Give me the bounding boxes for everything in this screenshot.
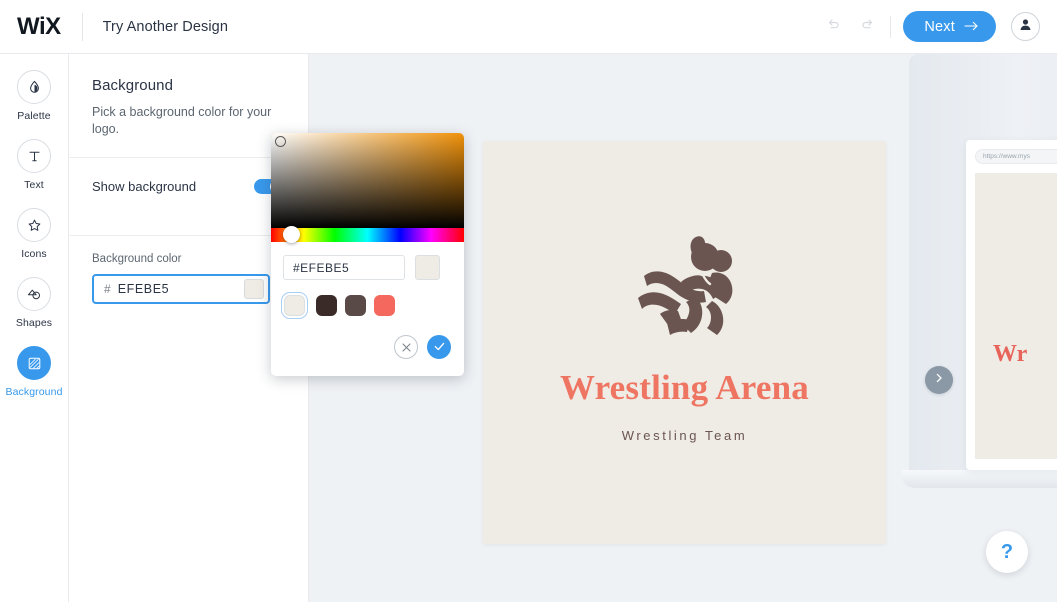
device-mockup-base (901, 470, 1057, 488)
sidebar-item-label: Palette (17, 110, 51, 122)
saturation-cursor-handle[interactable] (275, 136, 286, 147)
color-preview-swatch (415, 255, 440, 280)
hex-and-preview-row: #EFEBE5 (283, 255, 452, 280)
next-design-arrow-button[interactable] (925, 366, 953, 394)
account-avatar-button[interactable] (1011, 12, 1040, 41)
next-button[interactable]: Next (903, 11, 996, 42)
palette-swatch[interactable] (316, 295, 337, 316)
picker-hex-input[interactable]: #EFEBE5 (283, 255, 405, 280)
sidebar-item-label: Background (5, 386, 63, 398)
palette-swatch-list (281, 292, 452, 319)
color-picker-popup: #EFEBE5 (271, 133, 464, 376)
preview-logo-text: Wr (993, 341, 1028, 367)
checkmark-icon (434, 340, 445, 354)
background-color-value: EFEBE5 (117, 281, 170, 296)
droplet-icon (17, 70, 51, 104)
question-mark-icon: ? (1000, 540, 1014, 563)
palette-swatch[interactable] (374, 295, 395, 316)
color-picker-body: #EFEBE5 (271, 242, 464, 359)
palette-swatch[interactable] (345, 295, 366, 316)
logo-maker-app: WiX Try Another Design Next Palette Text… (0, 0, 1057, 602)
help-button[interactable]: ? (986, 531, 1028, 573)
header-divider (81, 12, 83, 41)
logo-tagline-text: Wrestling Team (621, 427, 748, 443)
close-x-icon (401, 340, 411, 355)
sidebar-item-palette[interactable]: Palette (0, 70, 68, 122)
logo-name-text: Wrestling Arena (560, 367, 809, 407)
undo-arrow-icon (825, 16, 842, 38)
sidebar-item-label: Icons (21, 248, 47, 260)
palette-swatch[interactable] (284, 295, 305, 316)
wrestler-figure-icon (626, 235, 744, 342)
confirm-button[interactable] (427, 335, 451, 359)
user-avatar-icon (1018, 17, 1033, 37)
redo-arrow-icon (859, 16, 876, 38)
color-picker-actions (283, 335, 452, 359)
browser-page-preview: Wr (975, 173, 1057, 459)
browser-url-bar[interactable]: https://www.mys (975, 149, 1057, 164)
left-tool-rail: Palette Text Icons Shapes Background (0, 54, 69, 602)
wix-logo[interactable]: WiX (17, 14, 61, 39)
undo-button[interactable] (816, 10, 850, 44)
background-color-input[interactable]: # EFEBE5 (92, 273, 270, 304)
saturation-value-area[interactable] (271, 133, 464, 228)
hash-symbol: # (104, 281, 111, 296)
chevron-right-icon (933, 371, 945, 389)
next-button-label: Next (924, 18, 955, 35)
logo-preview-card[interactable]: Wrestling Arena Wrestling Team (483, 141, 886, 544)
top-bar: WiX Try Another Design Next (0, 0, 1057, 54)
redo-button[interactable] (850, 10, 884, 44)
sidebar-item-icons[interactable]: Icons (0, 208, 68, 260)
hue-slider[interactable] (271, 226, 464, 243)
background-pattern-icon (17, 346, 51, 380)
star-icon (17, 208, 51, 242)
arrow-right-icon (964, 19, 979, 35)
palette-swatch-selected[interactable] (281, 292, 308, 319)
browser-mockup: https://www.mys Wr (966, 140, 1057, 470)
cancel-button[interactable] (394, 335, 418, 359)
panel-subtitle: Pick a background color for your logo. (92, 105, 272, 136)
sidebar-item-background[interactable]: Background (0, 346, 68, 398)
browser-url-text: https://www.mys (983, 153, 1030, 160)
sidebar-item-label: Shapes (15, 317, 53, 329)
color-swatch-button[interactable] (244, 278, 264, 299)
try-another-design-link[interactable]: Try Another Design (103, 19, 228, 35)
sidebar-item-label: Text (24, 179, 44, 191)
text-t-icon (17, 139, 51, 173)
show-background-label: Show background (92, 179, 197, 195)
top-bar-actions: Next (816, 10, 1057, 44)
sidebar-item-text[interactable]: Text (0, 139, 68, 191)
sidebar-item-shapes[interactable]: Shapes (0, 277, 68, 329)
actions-divider (890, 15, 892, 38)
shapes-icon (17, 277, 51, 311)
page-title: Background (92, 77, 174, 94)
hue-slider-handle[interactable] (283, 226, 300, 243)
